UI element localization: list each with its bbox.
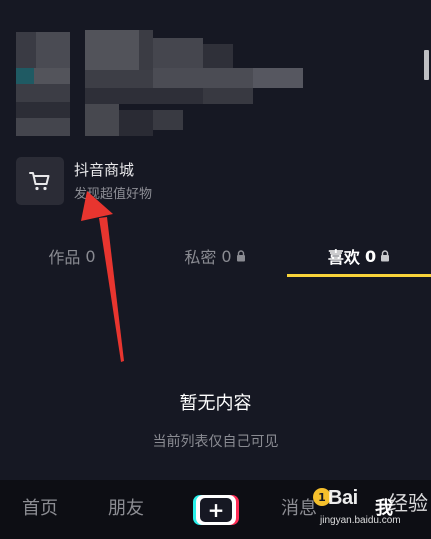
plus-icon: +: [200, 498, 232, 522]
tab-private-count: 0: [221, 246, 232, 266]
tab-works-count: 0: [85, 246, 96, 266]
tab-likes-count: 0: [364, 246, 377, 266]
lock-icon: [236, 247, 246, 266]
baidu-watermark: Bai 经验 jingyan.baidu.com: [320, 485, 430, 539]
tab-private[interactable]: 私密 0: [143, 236, 287, 276]
watermark-url: jingyan.baidu.com: [320, 515, 401, 526]
shop-subtitle: 发现超值好物: [74, 187, 153, 202]
tab-works[interactable]: 作品 0: [0, 236, 144, 276]
tab-works-label: 作品: [48, 248, 81, 267]
nav-friends[interactable]: 朋友: [108, 494, 144, 520]
shop-entry[interactable]: 抖音商城 发现超值好物: [16, 157, 152, 205]
shop-title: 抖音商城: [74, 161, 135, 179]
tab-likes[interactable]: 喜欢 0: [287, 236, 431, 276]
watermark-logo-suffix: 经验: [388, 491, 428, 515]
lock-icon: [380, 247, 390, 266]
tab-likes-label: 喜欢: [327, 248, 360, 267]
active-tab-underline: [287, 274, 431, 277]
watermark-logo: Bai: [328, 487, 358, 509]
cart-icon: [16, 157, 64, 205]
empty-state-subtitle: 当前列表仅自己可见: [152, 434, 279, 450]
empty-state-title: 暂无内容: [179, 393, 252, 414]
scroll-indicator: [424, 50, 429, 80]
nav-home[interactable]: 首页: [22, 494, 58, 520]
create-button[interactable]: +: [193, 495, 239, 525]
nav-messages[interactable]: 消息: [281, 494, 317, 520]
tab-private-label: 私密: [184, 248, 217, 267]
